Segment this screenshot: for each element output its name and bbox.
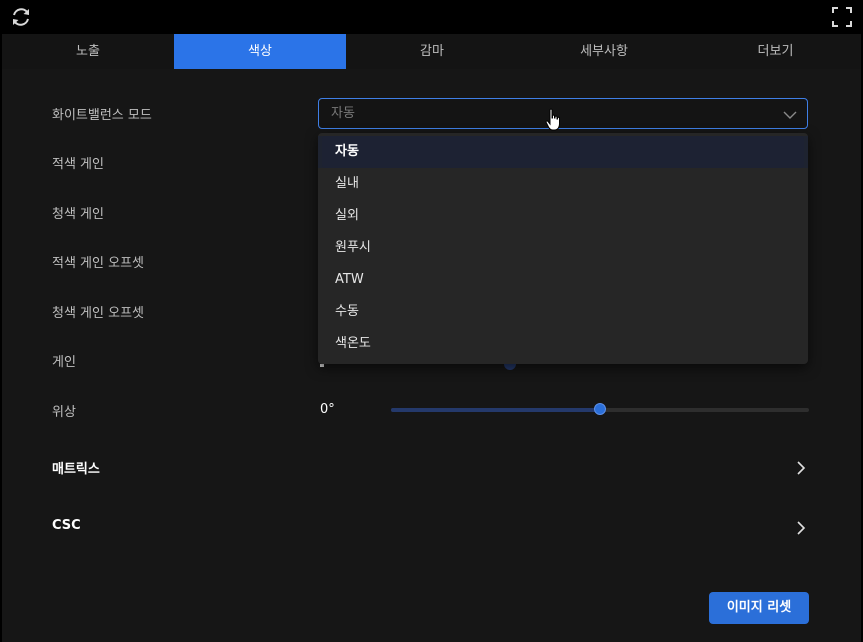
option-label: 색온도 (335, 336, 371, 351)
dropdown-option-color-temp[interactable]: 색온도 (318, 328, 808, 360)
csc-label[interactable]: CSC (52, 518, 81, 533)
phase-label: 위상 (52, 405, 76, 420)
dropdown-option-auto[interactable]: 자동 (318, 136, 808, 168)
tab-gamma[interactable]: 감마 (346, 34, 518, 69)
top-toolbar (0, 0, 863, 34)
tab-color[interactable]: 색상 (174, 34, 346, 69)
option-label: 실외 (335, 208, 359, 223)
gain-slider-thumb[interactable] (504, 364, 516, 370)
option-label: 자동 (335, 144, 359, 159)
option-label: 실내 (335, 176, 359, 191)
white-balance-select-value: 자동 (331, 106, 355, 121)
chevron-right-icon[interactable] (795, 520, 807, 535)
dropdown-option-indoor[interactable]: 실내 (318, 168, 808, 200)
refresh-icon[interactable] (10, 6, 32, 28)
option-label: ATW (335, 272, 364, 287)
phase-value: 0° (320, 402, 335, 417)
tab-exposure[interactable]: 노출 (2, 34, 174, 69)
reset-image-button[interactable]: 이미지 리셋 (709, 592, 809, 624)
phase-slider-thumb[interactable] (594, 403, 606, 415)
gain-label: 게인 (52, 355, 76, 370)
hand-pointer-icon (545, 108, 563, 132)
red-gain-label: 적색 게인 (52, 157, 104, 172)
chevron-right-icon[interactable] (795, 460, 807, 475)
option-label: 수동 (335, 304, 359, 319)
tab-details[interactable]: 세부사항 (518, 34, 690, 69)
matrix-label[interactable]: 매트릭스 (52, 458, 100, 477)
dropdown-option-atw[interactable]: ATW (318, 264, 808, 296)
fullscreen-icon[interactable] (832, 7, 852, 27)
blue-gain-label: 청색 게인 (52, 207, 104, 222)
phase-slider-fill (391, 408, 600, 412)
tab-more[interactable]: 더보기 (690, 34, 861, 69)
phase-slider[interactable] (391, 403, 809, 415)
camera-settings-window: 노출 색상 감마 세부사항 더보기 화이트밸런스 모드 적색 게인 청색 게인 … (0, 0, 863, 642)
white-balance-select[interactable]: 자동 (318, 98, 808, 129)
white-balance-label: 화이트밸런스 모드 (52, 108, 152, 123)
blue-gain-offset-label: 청색 게인 오프셋 (52, 306, 144, 321)
option-label: 원푸시 (335, 240, 371, 255)
dropdown-option-outdoor[interactable]: 실외 (318, 200, 808, 232)
dropdown-option-one-push[interactable]: 원푸시 (318, 232, 808, 264)
dropdown-option-manual[interactable]: 수동 (318, 296, 808, 328)
gain-value-fragment (320, 364, 324, 367)
chevron-down-icon (783, 107, 797, 121)
settings-tabs: 노출 색상 감마 세부사항 더보기 (2, 34, 861, 69)
red-gain-offset-label: 적색 게인 오프셋 (52, 256, 144, 271)
white-balance-dropdown: 자동 실내 실외 원푸시 ATW 수동 색온도 (318, 133, 808, 364)
